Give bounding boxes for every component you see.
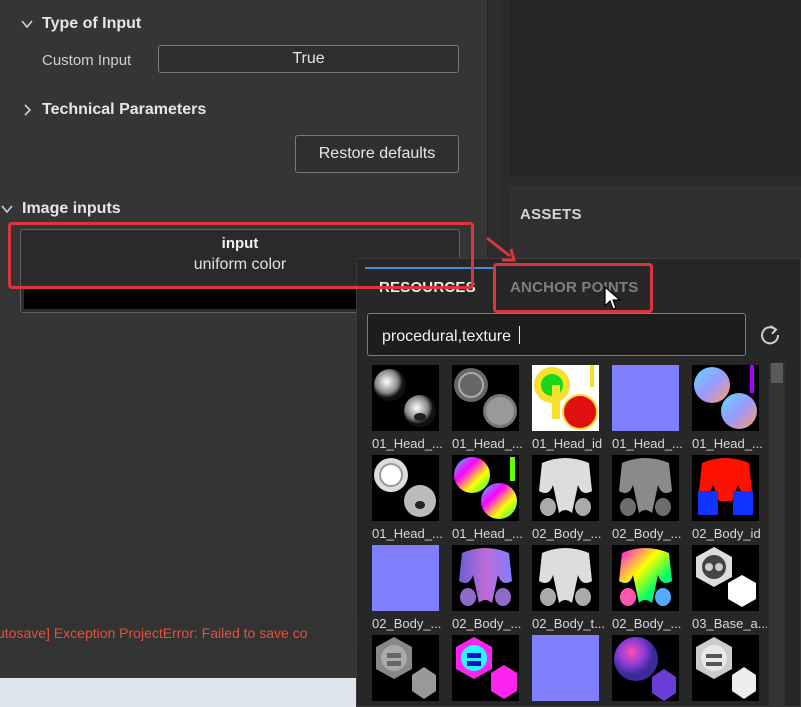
resource-item[interactable] <box>527 633 607 707</box>
assets-header[interactable]: ASSETS <box>509 186 801 260</box>
annotation-highlight-input <box>8 222 474 289</box>
resource-thumbnail <box>372 635 439 701</box>
resource-thumbnail <box>372 455 439 521</box>
technical-parameters-header[interactable]: Technical Parameters <box>20 101 206 119</box>
resource-thumbnail <box>372 365 439 431</box>
resource-item[interactable]: 01_Head_... <box>607 363 687 453</box>
resource-item[interactable] <box>367 633 447 707</box>
assets-title: ASSETS <box>520 206 582 223</box>
restore-defaults-button[interactable]: Restore defaults <box>295 135 459 173</box>
resource-item[interactable]: 01_Head_... <box>447 453 527 543</box>
resource-item[interactable]: 02_Body_... <box>527 453 607 543</box>
resource-item[interactable]: 02_Body_... <box>607 453 687 543</box>
type-of-input-header[interactable]: Type of Input <box>20 15 141 33</box>
resource-item[interactable] <box>607 633 687 707</box>
resource-thumbnail <box>372 545 439 611</box>
resource-label: 02_Body_... <box>612 616 682 631</box>
resource-grid: 01_Head_... 01_Head_... 01_Head_id 01_Head_… <box>367 363 767 707</box>
resource-label: 03_Base_a... <box>692 616 767 631</box>
resource-label: 01_Head_id <box>532 436 603 451</box>
resource-item[interactable]: 02_Body_... <box>367 543 447 633</box>
resource-item[interactable] <box>687 633 767 707</box>
resource-thumbnail <box>692 545 759 611</box>
resource-thumbnail <box>612 545 679 611</box>
log-area <box>0 647 360 678</box>
resource-thumbnail <box>692 635 759 701</box>
resource-label: 02_Body_... <box>452 616 522 631</box>
viewport-area <box>509 0 801 176</box>
section-title: Type of Input <box>42 15 142 32</box>
resource-thumbnail <box>452 455 519 521</box>
resource-item[interactable]: 01_Head_... <box>367 363 447 453</box>
annotation-arrow-icon <box>486 236 516 262</box>
resource-label: 01_Head_... <box>612 436 683 451</box>
resource-label: 02_Body_... <box>372 616 442 631</box>
resource-item[interactable] <box>447 633 527 707</box>
resource-picker-popup: RESOURCES ANCHOR POINTS procedural,textu… <box>356 258 801 707</box>
resource-label: 01_Head_... <box>372 526 443 541</box>
resource-thumbnail <box>532 365 599 431</box>
resource-label: 02_Body_... <box>532 526 602 541</box>
resource-thumbnail <box>612 455 679 521</box>
resource-item[interactable]: 02_Body_... <box>447 543 527 633</box>
resource-label: 01_Head_... <box>692 436 763 451</box>
grid-scrollbar[interactable] <box>769 363 785 707</box>
resource-thumbnail <box>452 545 519 611</box>
resource-item[interactable]: 03_Base_a... <box>687 543 767 633</box>
resource-item[interactable]: 01_Head_id <box>527 363 607 453</box>
resource-item[interactable]: 01_Head_... <box>447 363 527 453</box>
search-value: procedural,texture <box>382 328 516 345</box>
resource-thumbnail <box>612 635 679 701</box>
refresh-icon[interactable] <box>756 321 784 349</box>
resource-item[interactable]: 02_Body_id <box>687 453 767 543</box>
mouse-cursor-icon <box>604 286 622 310</box>
section-title: Image inputs <box>22 200 121 217</box>
search-input[interactable]: procedural,texture <box>367 313 746 356</box>
image-inputs-header[interactable]: Image inputs <box>0 200 121 218</box>
resource-thumbnail <box>452 635 519 701</box>
resource-thumbnail <box>532 545 599 611</box>
resource-thumbnail <box>452 365 519 431</box>
resource-item[interactable]: 02_Body_t... <box>527 543 607 633</box>
resource-label: 02_Body_... <box>612 526 682 541</box>
resource-label: 01_Head_... <box>452 436 523 451</box>
resource-label: 01_Head_... <box>452 526 523 541</box>
resource-thumbnail <box>612 365 679 431</box>
resource-thumbnail <box>692 365 759 431</box>
chevron-down-icon <box>0 202 14 216</box>
resource-thumbnail <box>692 455 759 521</box>
resource-item[interactable]: 02_Body_... <box>607 543 687 633</box>
custom-input-value-button[interactable]: True <box>158 45 459 73</box>
resource-label: 01_Head_... <box>372 436 443 451</box>
section-title: Technical Parameters <box>42 101 207 118</box>
text-caret <box>519 326 521 344</box>
bottom-strip <box>0 678 360 707</box>
resource-label: 02_Body_id <box>692 526 761 541</box>
resource-thumbnail <box>532 455 599 521</box>
chevron-right-icon <box>20 103 34 117</box>
status-text: utosave] Exception ProjectError: Failed … <box>0 625 308 641</box>
resource-label: 02_Body_t... <box>532 616 605 631</box>
resource-item[interactable]: 01_Head_... <box>687 363 767 453</box>
resource-thumbnail <box>532 635 599 701</box>
custom-input-label: Custom Input <box>42 52 132 69</box>
chevron-down-icon <box>20 17 34 31</box>
status-message: utosave] Exception ProjectError: Failed … <box>0 621 360 647</box>
resource-item[interactable]: 01_Head_... <box>367 453 447 543</box>
scrollbar-thumb[interactable] <box>771 363 783 383</box>
